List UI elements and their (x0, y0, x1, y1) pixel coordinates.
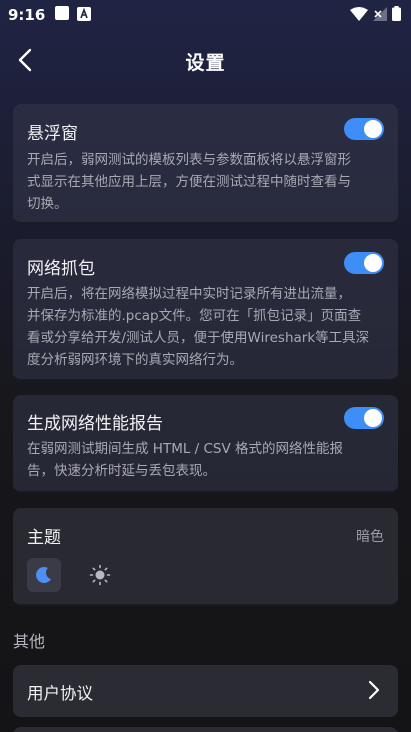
theme-title: 主题 (27, 528, 61, 548)
app-header: 设置 (0, 36, 411, 84)
status-bar: 9:16 (0, 0, 411, 30)
floating-window-card: 悬浮窗 开启后，弱网测试的模板列表与参数面板将以悬浮窗形 式显示在其他应用上层，… (13, 104, 398, 224)
packet-capture-toggle[interactable] (344, 252, 384, 274)
packet-capture-title: 网络抓包 (27, 259, 95, 279)
user-agreement-row[interactable]: 用户协议 (13, 665, 398, 717)
theme-card: 主题 暗色 (13, 508, 398, 606)
status-time: 9:16 (8, 6, 46, 24)
no-signal-icon (373, 6, 387, 25)
theme-light-button[interactable] (83, 558, 117, 592)
notification-icon (55, 5, 70, 20)
page-title: 设置 (185, 52, 226, 74)
sun-icon (89, 564, 111, 586)
next-row-partial[interactable] (13, 727, 398, 732)
theme-dark-button[interactable] (27, 558, 61, 592)
floating-window-toggle[interactable] (344, 118, 384, 140)
perf-report-card: 生成网络性能报告 在弱网测试期间生成 HTML / CSV 格式的网络性能报 告… (13, 395, 398, 493)
chevron-right-icon (364, 679, 384, 701)
floating-window-title: 悬浮窗 (27, 124, 78, 144)
packet-capture-desc: 开启后，将在网络模拟过程中实时记录所有进出流量， 并保存为标准的.pcap文件。… (27, 286, 370, 368)
wifi-icon (350, 6, 368, 25)
user-agreement-label: 用户协议 (27, 684, 93, 703)
theme-value: 暗色 (356, 529, 384, 545)
perf-report-title: 生成网络性能报告 (27, 414, 163, 434)
a-app-icon (77, 6, 92, 25)
moon-icon (36, 566, 51, 583)
packet-capture-card: 网络抓包 开启后，将在网络模拟过程中实时记录所有进出流量， 并保存为标准的.pc… (13, 239, 398, 381)
floating-window-desc: 开启后，弱网测试的模板列表与参数面板将以悬浮窗形 式显示在其他应用上层，方便在测… (27, 152, 351, 212)
perf-report-toggle[interactable] (344, 407, 384, 429)
battery-icon (392, 6, 401, 25)
perf-report-desc: 在弱网测试期间生成 HTML / CSV 格式的网络性能报 告，快速分析时延与丢… (27, 441, 344, 479)
other-section-title: 其他 (13, 632, 46, 651)
